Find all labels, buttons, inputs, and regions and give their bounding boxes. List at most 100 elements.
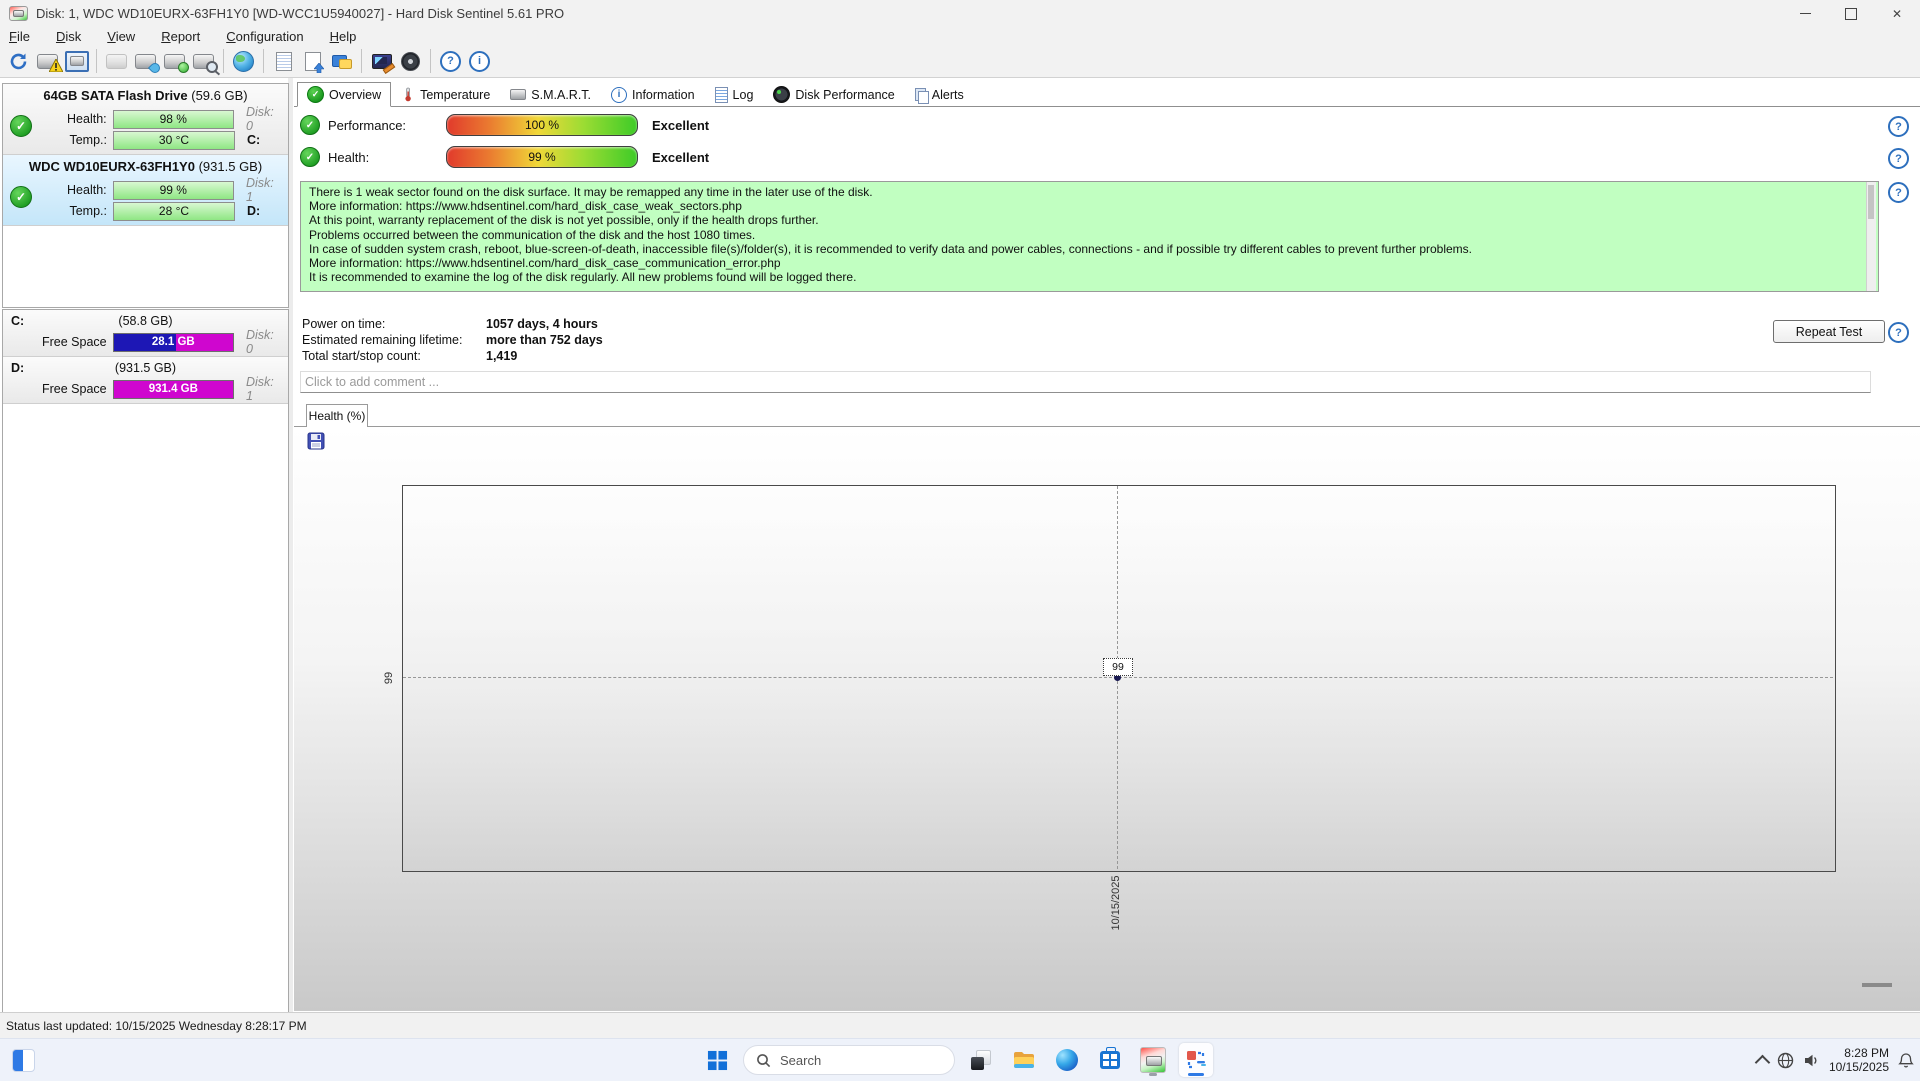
help-message-icon[interactable]: ? [1888,182,1909,203]
disk-monitor-icon [64,50,89,72]
tab-information[interactable]: i Information [601,82,705,107]
comment-input[interactable] [300,371,1871,393]
microsoft-store-button[interactable] [1093,1043,1127,1077]
message-scrollbar[interactable] [1866,182,1876,291]
toolbar-separator [361,49,362,73]
sound-button[interactable] [396,48,425,75]
tab-overview[interactable]: ✓ Overview [297,82,392,107]
help-health-icon[interactable]: ? [1888,148,1909,169]
floppy-icon [307,432,325,450]
disk-analyse-button[interactable] [189,48,218,75]
about-button[interactable]: i [465,48,494,75]
maximize-icon [1845,7,1857,20]
disk-size: (59.6 GB) [191,88,248,103]
disk-ok-status-icon: ✓ [10,186,32,208]
menu-report[interactable]: Report [152,29,209,44]
chart-point-label: 99 [1103,658,1133,676]
file-explorer-button[interactable] [1007,1043,1041,1077]
disk-number: Disk: 0 [246,328,274,356]
tab-strip: ✓ Overview Temperature S.M.A.R.T. i Info… [294,82,1920,107]
close-button[interactable]: ✕ [1874,0,1920,27]
menu-configuration[interactable]: Configuration [217,29,312,44]
disk-item-1-selected[interactable]: WDC WD10EURX-63FH1Y0 (931.5 GB) ✓ Health… [3,155,288,226]
stat-power-on-time: Power on time: 1057 days, 4 hours [302,317,598,331]
network-globe-icon[interactable] [1777,1052,1794,1069]
edge-button[interactable] [1050,1043,1084,1077]
notification-bell-icon[interactable] [1898,1052,1914,1069]
tab-log[interactable]: Log [705,82,764,107]
taskbar: Search 8:28 PM 10/15/2025 [0,1038,1920,1081]
health-label: Health: [328,149,370,165]
tab-disk-performance[interactable]: Disk Performance [763,82,904,107]
disk-ok-button[interactable] [160,48,189,75]
task-view-button[interactable] [964,1043,998,1077]
partition-item-d[interactable]: (931.5 GB) D: Free Space 931.4 GB Disk: … [3,357,288,404]
free-space-value: 931.4 GB [148,383,198,395]
active-running-indicator [1188,1073,1204,1076]
search-placeholder: Search [780,1052,822,1068]
chart-tab-health[interactable]: Health (%) [306,404,368,427]
refresh-button[interactable] [4,48,33,75]
performance-row: ✓ Performance: 100 % Excellent [300,114,709,136]
chart-y-axis-tick: 99 [383,671,395,685]
menu-file[interactable]: File [0,29,39,44]
menu-view[interactable]: View [98,29,144,44]
export-button[interactable] [298,48,327,75]
taskbar-clock[interactable]: 8:28 PM 10/15/2025 [1829,1046,1889,1074]
disk-test-button[interactable] [131,48,163,75]
tray-chevron-up-icon[interactable] [1754,1054,1771,1070]
repeat-test-button[interactable]: Repeat Test [1773,320,1885,343]
taskbar-search[interactable]: Search [743,1045,955,1075]
maximize-button[interactable] [1828,0,1874,27]
disk-alert-icon [37,53,63,72]
minimize-button[interactable] [1782,0,1828,27]
edge-icon [1056,1049,1078,1071]
taskbar-center: Search [700,1039,1213,1081]
tab-smart[interactable]: S.M.A.R.T. [500,82,601,107]
help-button[interactable]: ? [436,48,465,75]
alerts-icon [914,87,929,104]
hd-sentinel-app-button[interactable] [1136,1043,1170,1077]
scrollbar-thumb[interactable] [1868,185,1874,219]
tab-temperature[interactable]: Temperature [391,82,500,107]
help-performance-icon[interactable]: ? [1888,116,1909,137]
stat-start-stop-count: Total start/stop count: 1,419 [302,349,518,363]
disk-number: Disk: 1 [246,176,274,204]
network-button[interactable] [327,48,356,75]
message-line: There is 1 weak sector found on the disk… [309,185,873,199]
hd-sentinel-icon [1140,1047,1166,1073]
disk-disabled-button [102,48,131,75]
free-space-value: 28.1 GB [151,336,195,348]
partition-item-c[interactable]: (58.8 GB) C: Free Space 28.1 GB Disk: 0 [3,310,288,357]
disk-item-0[interactable]: 64GB SATA Flash Drive (59.6 GB) ✓ Health… [3,84,288,155]
online-button[interactable] [229,48,258,75]
disk-number: Disk: 0 [246,105,274,133]
help-test-icon[interactable]: ? [1888,322,1909,343]
menu-help[interactable]: Help [321,29,366,44]
disk-monitor-button[interactable] [62,48,91,75]
disk-alert-button[interactable] [33,48,63,75]
free-space-bar: 28.1 GB [112,332,234,352]
health-row: ✓ Health: 99 % Excellent [300,146,709,168]
tab-alerts[interactable]: Alerts [905,82,974,107]
screen: Disk: 1, WDC WD10EURX-63FH1Y0 [WD-WCC1U5… [0,0,1920,1081]
partition-list-panel: (58.8 GB) C: Free Space 28.1 GB Disk: 0 … [2,309,289,1014]
settings-button[interactable] [367,48,396,75]
widgets-icon[interactable] [12,1049,35,1072]
speaker-icon [401,51,420,71]
status-bar: Status last updated: 10/15/2025 Wednesda… [0,1012,1920,1038]
message-line: Problems occurred between the communicat… [309,227,756,242]
save-chart-button[interactable] [306,431,326,451]
chart-scrollbar-grip[interactable] [1862,983,1892,987]
thermometer-icon [405,87,411,102]
disk-status-message: There is 1 weak sector found on the disk… [300,181,1879,292]
active-app-button[interactable] [1179,1043,1213,1077]
temp-bar: 28 °C [113,201,235,221]
start-button[interactable] [700,1043,734,1077]
help-icon: ? [440,50,461,72]
toolbar-separator [223,49,224,73]
volume-icon[interactable] [1803,1052,1820,1069]
report-button[interactable] [269,48,298,75]
task-view-icon [971,1050,991,1070]
menu-disk[interactable]: Disk [47,29,90,44]
